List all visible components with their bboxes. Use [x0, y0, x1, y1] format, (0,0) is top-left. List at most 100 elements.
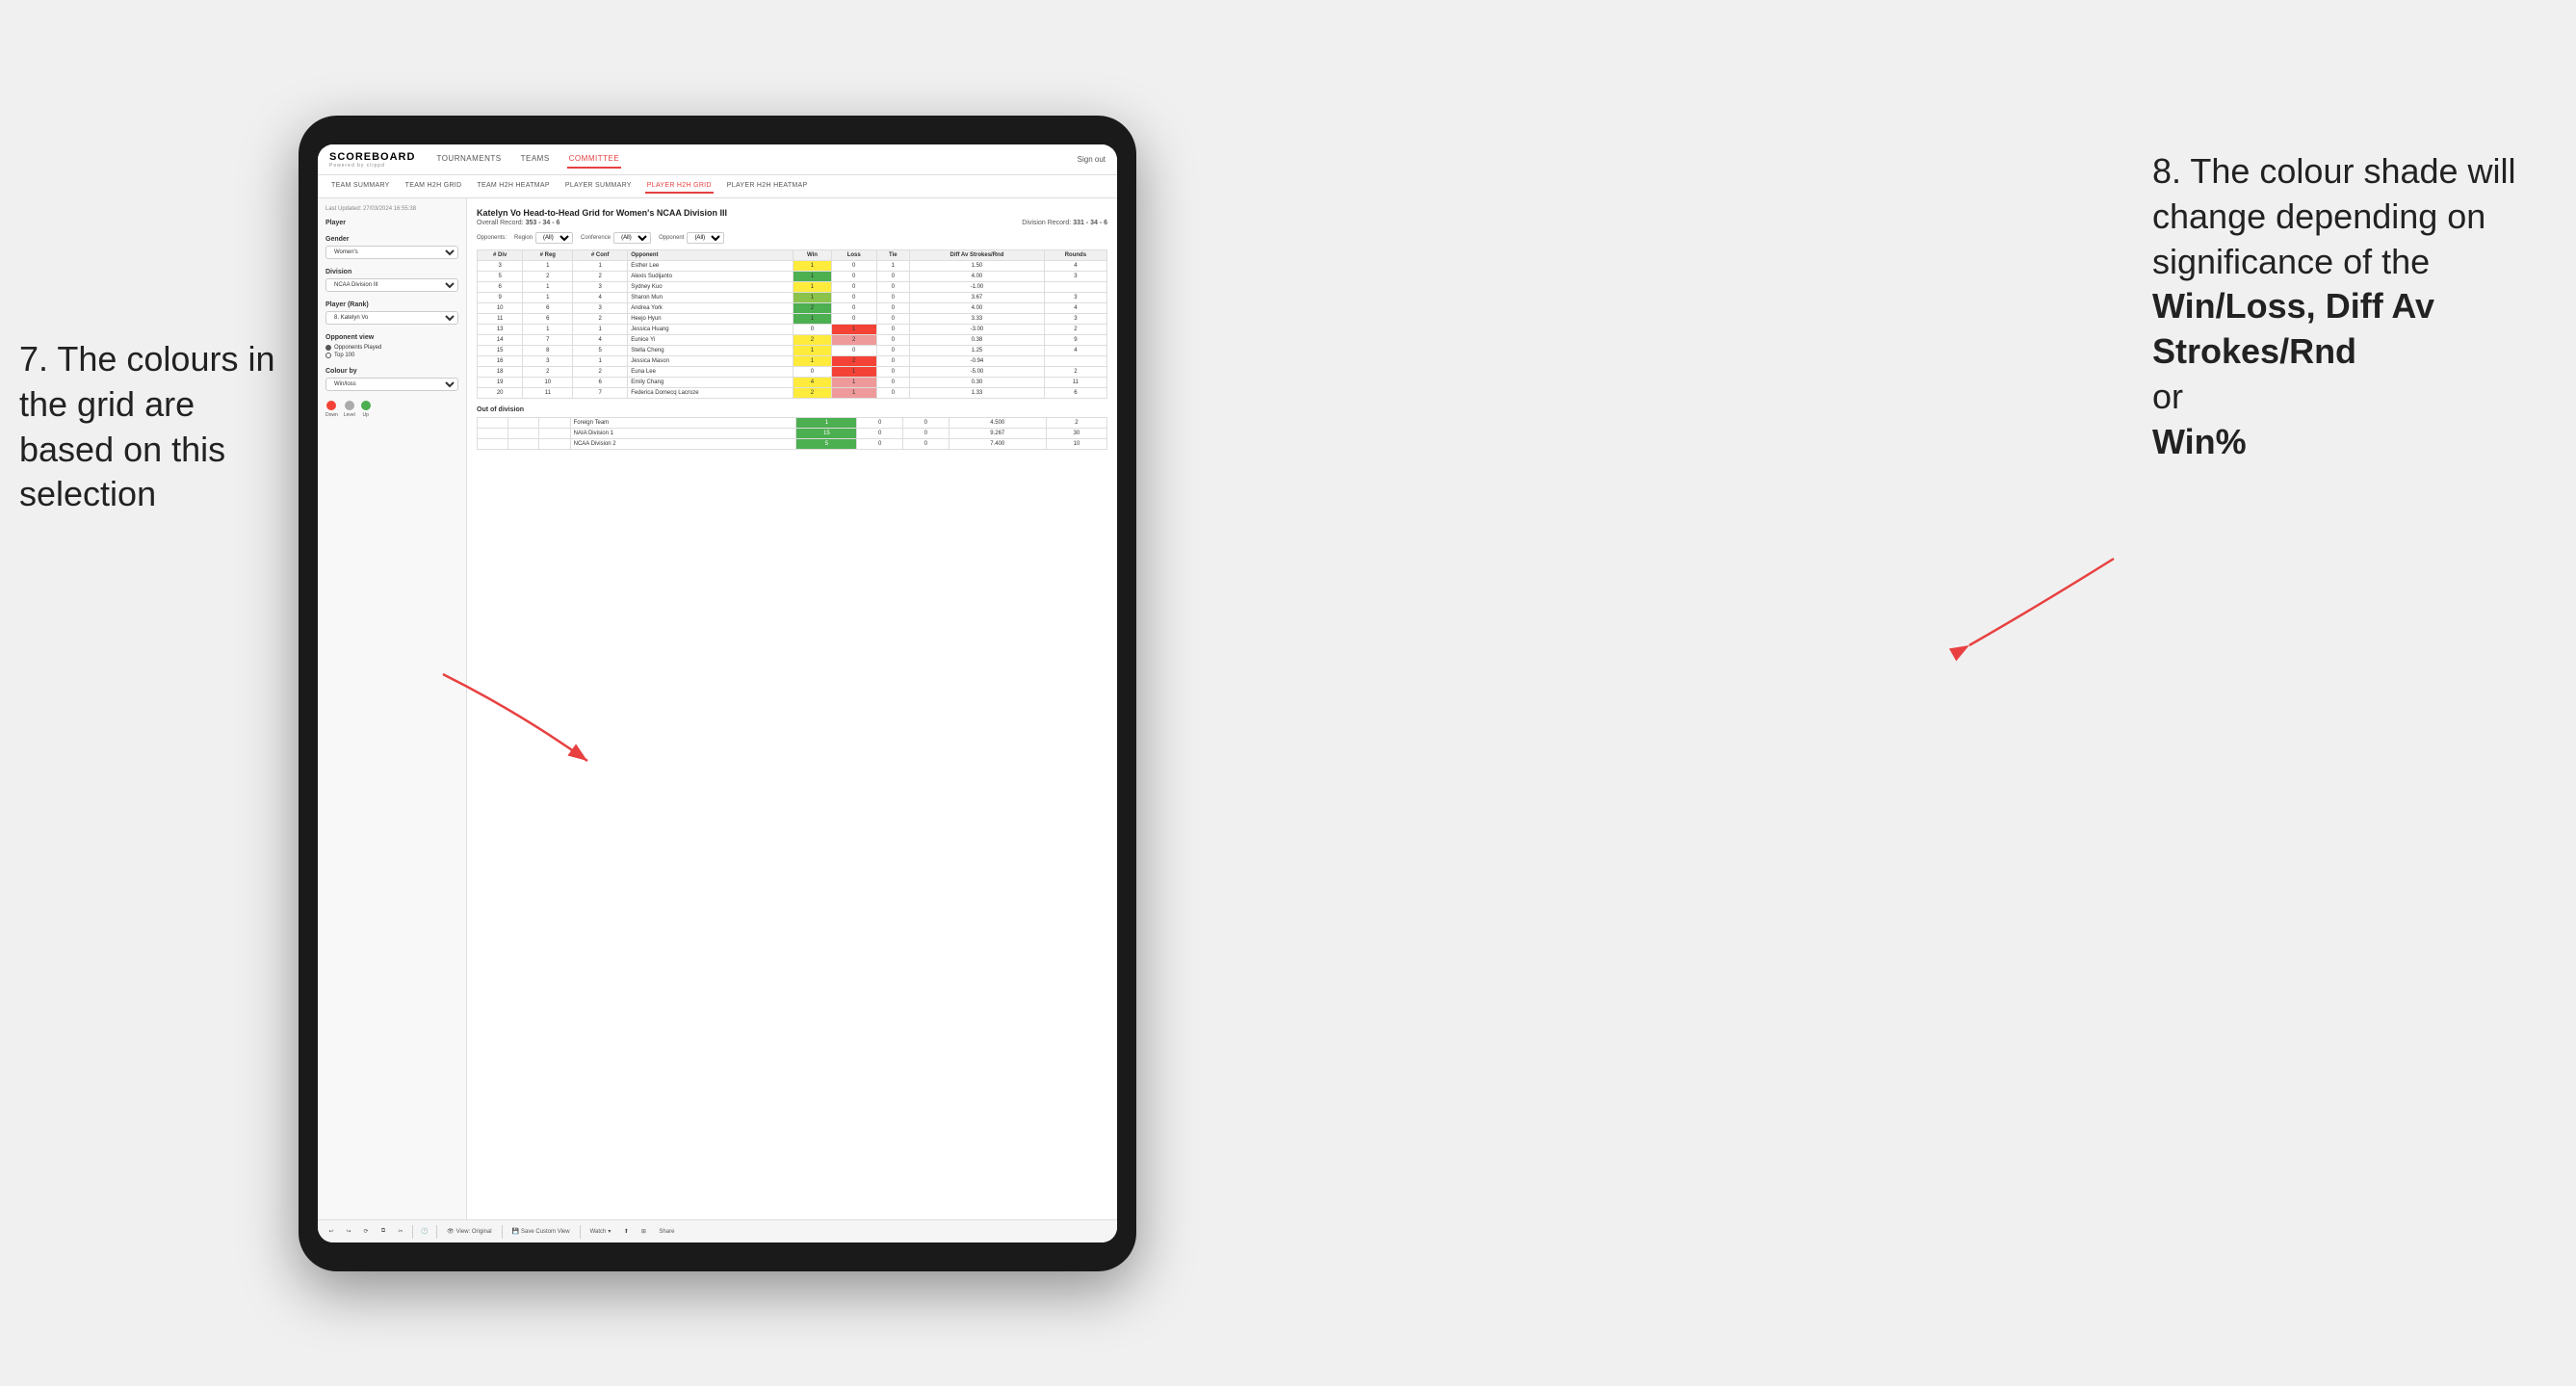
nav-teams[interactable]: TEAMS: [519, 150, 552, 169]
cell-rounds: 2: [1044, 367, 1106, 378]
clock-icon[interactable]: 🕐: [419, 1226, 430, 1238]
cell-reg: 1: [523, 325, 573, 335]
nav-committee[interactable]: COMMITTEE: [567, 150, 622, 169]
cell-win: 2: [794, 335, 832, 346]
col-tie: Tie: [876, 250, 910, 261]
sub-nav-player-summary[interactable]: PLAYER SUMMARY: [563, 179, 634, 194]
cell-opponent: Jessica Mason: [628, 356, 794, 367]
cell-opponent: Andrea York: [628, 303, 794, 314]
player-label: Player: [325, 220, 458, 226]
undo-icon[interactable]: ↩: [325, 1226, 337, 1238]
gender-select[interactable]: Women's: [325, 246, 458, 259]
colour-by-label: Colour by: [325, 368, 458, 375]
cell-tie: 0: [876, 314, 910, 325]
chevron-down-icon: ▾: [608, 1228, 611, 1235]
cell-conf: 2: [573, 272, 628, 282]
cell-diff: 1.50: [910, 261, 1045, 272]
save-custom-btn[interactable]: 💾 Save Custom View: [508, 1226, 574, 1237]
cell-conf: 3: [573, 303, 628, 314]
share-btn[interactable]: Share: [655, 1227, 678, 1237]
division-label: Division: [325, 269, 458, 275]
sub-nav-player-h2h-grid[interactable]: PLAYER H2H GRID: [645, 179, 714, 194]
colour-by-select[interactable]: Win/loss: [325, 378, 458, 391]
cell-rounds: [1044, 356, 1106, 367]
radio-top-100[interactable]: Top 100: [325, 353, 458, 358]
bold-win-loss: Win/Loss,: [2152, 286, 2316, 326]
grid-icon[interactable]: ⊞: [637, 1226, 649, 1238]
cell-div: 15: [478, 346, 523, 356]
table-row: 5 2 2 Alexis Sudijanto 1 0 0 4.00 3: [478, 272, 1107, 282]
cell-tie: 0: [902, 418, 949, 429]
cell-rounds: 2: [1046, 418, 1106, 429]
sub-nav-team-summary[interactable]: TEAM SUMMARY: [329, 179, 392, 194]
cell-tie: 0: [876, 282, 910, 293]
out-division-row: Foreign Team 1 0 0 4.500 2: [478, 418, 1107, 429]
cell-diff: 7.400: [949, 439, 1046, 450]
player-rank-select[interactable]: 8. Katelyn Vo: [325, 311, 458, 325]
cell-win: 15: [796, 429, 857, 439]
col-win: Win: [794, 250, 832, 261]
nav-tournaments[interactable]: TOURNAMENTS: [434, 150, 503, 169]
legend-label-down: Down: [325, 412, 338, 418]
legend-circle-level: [345, 401, 354, 410]
cell-div: 9: [478, 293, 523, 303]
cell-win: 1: [794, 261, 832, 272]
sub-nav-team-h2h-grid[interactable]: TEAM H2H GRID: [403, 179, 464, 194]
cell-rounds: 2: [1044, 325, 1106, 335]
opponent-select[interactable]: (All): [687, 232, 724, 244]
cell-loss: 0: [831, 272, 876, 282]
copy-icon[interactable]: ⧉: [377, 1226, 389, 1238]
table-row: 3 1 1 Esther Lee 1 0 1 1.50 4: [478, 261, 1107, 272]
watch-btn[interactable]: Watch ▾: [586, 1226, 615, 1237]
cell-win: 1: [794, 282, 832, 293]
view-original-btn[interactable]: 👁 View: Original: [443, 1226, 496, 1237]
cell-diff: -5.00: [910, 367, 1045, 378]
cell-div: 10: [478, 303, 523, 314]
sign-out-link[interactable]: Sign out: [1078, 155, 1106, 164]
logo: SCOREBOARD Powered by clippd: [329, 151, 415, 169]
region-select[interactable]: (All): [535, 232, 573, 244]
sub-nav-player-h2h-heatmap[interactable]: PLAYER H2H HEATMAP: [725, 179, 810, 194]
conference-select[interactable]: (All): [613, 232, 651, 244]
cell-div: 13: [478, 325, 523, 335]
cut-icon[interactable]: ✂: [395, 1226, 406, 1238]
cell-opponent: Sydney Kuo: [628, 282, 794, 293]
tablet-frame: SCOREBOARD Powered by clippd TOURNAMENTS…: [299, 116, 1136, 1271]
cell-conf: 6: [573, 378, 628, 388]
toolbar-sep-4: [580, 1225, 581, 1239]
grid-title: Katelyn Vo Head-to-Head Grid for Women's…: [477, 208, 1107, 218]
cell-div: 11: [478, 314, 523, 325]
legend-level: Level: [344, 401, 355, 418]
toolbar-sep-1: [412, 1225, 413, 1239]
cell-diff: 1.33: [910, 388, 1045, 399]
cell-div: 19: [478, 378, 523, 388]
cell-win: 2: [794, 303, 832, 314]
cell-loss: 1: [831, 367, 876, 378]
cell-diff: 9.267: [949, 429, 1046, 439]
cell-reg: 1: [523, 261, 573, 272]
cell-win: 1: [794, 293, 832, 303]
col-reg: # Reg: [523, 250, 573, 261]
cell-win: 2: [794, 388, 832, 399]
grid-record: Overall Record: 353 - 34 - 6 Division Re…: [477, 220, 1107, 226]
cell-tie: 0: [876, 293, 910, 303]
cell-loss: 0: [831, 261, 876, 272]
sub-nav-team-h2h-heatmap[interactable]: TEAM H2H HEATMAP: [475, 179, 551, 194]
cell-conf: 4: [573, 293, 628, 303]
cell-reg: 11: [523, 388, 573, 399]
export-icon[interactable]: ⬆: [620, 1226, 632, 1238]
radio-opponents-played[interactable]: Opponents Played: [325, 345, 458, 351]
redo-icon[interactable]: ↪: [343, 1226, 354, 1238]
table-row: 18 2 2 Euna Lee 0 1 0 -5.00 2: [478, 367, 1107, 378]
cell-reg: 2: [523, 367, 573, 378]
region-label: Region: [514, 235, 533, 241]
cell-diff: 1.25: [910, 346, 1045, 356]
cell-rounds: 11: [1044, 378, 1106, 388]
cell-conf: [539, 439, 570, 450]
cell-rounds: 3: [1044, 293, 1106, 303]
division-select[interactable]: NCAA Division III: [325, 278, 458, 292]
forward-icon[interactable]: ⟳: [360, 1226, 372, 1238]
cell-opponent: Jessica Huang: [628, 325, 794, 335]
cell-diff: 0.38: [910, 335, 1045, 346]
h2h-table: # Div # Reg # Conf Opponent Win Loss Tie…: [477, 249, 1107, 399]
